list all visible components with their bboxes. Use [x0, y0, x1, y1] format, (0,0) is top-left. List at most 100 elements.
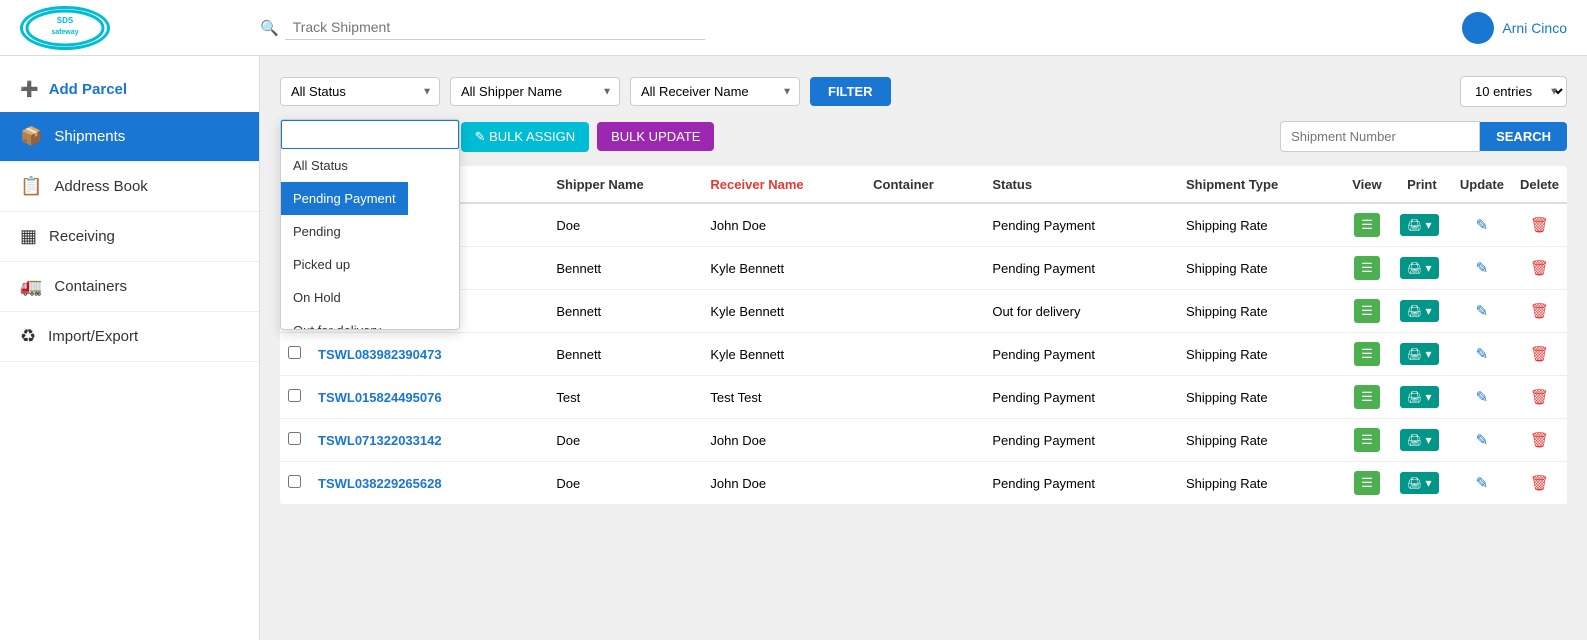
row-checkbox-3[interactable] [288, 346, 301, 359]
sidebar-item-containers-label: Containers [54, 278, 127, 295]
delete-button-row-4[interactable]: 🗑 [1530, 388, 1549, 406]
logo: SDS safeway [20, 6, 110, 50]
bulk-assign-button[interactable]: ✎ BULK ASSIGN [461, 122, 589, 152]
header-delete: Delete [1512, 166, 1567, 203]
sidebar-item-import-export[interactable]: ♻ Import/Export [0, 312, 259, 362]
shipper-select[interactable]: All Shipper Name [450, 77, 620, 106]
container-4 [865, 376, 984, 419]
main-content: All Status Pending Payment Pending Picke… [260, 56, 1587, 640]
entries-select[interactable]: 10 entries 25 entries 50 entries 100 ent… [1460, 76, 1567, 107]
search-button[interactable]: SEARCH [1480, 122, 1567, 151]
sidebar: ➕ Add Parcel 📦 Shipments 📋 Address Book … [0, 56, 260, 640]
receiver-select[interactable]: All Receiver Name [630, 77, 800, 106]
dropdown-search-input[interactable] [281, 120, 459, 149]
row-checkbox-6[interactable] [288, 475, 301, 488]
delete-button-row-6[interactable]: 🗑 [1530, 474, 1549, 492]
status-0: Pending Payment [984, 203, 1178, 247]
edit-button-2[interactable]: ✎ [1476, 302, 1489, 320]
container-5 [865, 419, 984, 462]
edit-button-6[interactable]: ✎ [1476, 474, 1489, 492]
type-2: Shipping Rate [1178, 290, 1342, 333]
print-button-0[interactable]: 🖨 ▾ [1400, 214, 1439, 236]
track-shipment-input[interactable] [285, 15, 705, 40]
shipment-link-6[interactable]: TSWL038229265628 [318, 476, 442, 491]
shipments-table: Number Shipper Name Receiver Name Contai… [280, 166, 1567, 505]
shipment-link-4[interactable]: TSWL015824495076 [318, 390, 442, 405]
dropdown-option-picked-up[interactable]: Picked up [281, 248, 459, 281]
header-receiver: Receiver Name [702, 166, 865, 203]
container-0 [865, 203, 984, 247]
table-row: TSWL015824495076 Test Test Test Pending … [280, 376, 1567, 419]
print-button-4[interactable]: 🖨 ▾ [1400, 386, 1439, 408]
view-button-4[interactable]: ☰ [1354, 385, 1380, 409]
table-row: TSWL083982390473 Bennett Kyle Bennett Pe… [280, 333, 1567, 376]
sidebar-item-containers[interactable]: 🚛 Containers [0, 262, 259, 312]
delete-button-row-5[interactable]: 🗑 [1530, 431, 1549, 449]
view-button-5[interactable]: ☰ [1354, 428, 1380, 452]
user-avatar-icon: 👤 [1462, 12, 1494, 44]
edit-button-3[interactable]: ✎ [1476, 345, 1489, 363]
row-checkbox-5[interactable] [288, 432, 301, 445]
delete-button-row-1[interactable]: 🗑 [1530, 259, 1549, 277]
shipment-number-input[interactable] [1280, 121, 1480, 152]
status-1: Pending Payment [984, 247, 1178, 290]
search-icon: 🔍 [260, 19, 279, 37]
shipper-select-wrapper: All Shipper Name [450, 77, 620, 106]
sidebar-item-shipments[interactable]: 📦 Shipments [0, 112, 259, 162]
row-checkbox-4[interactable] [288, 389, 301, 402]
svg-text:SDS: SDS [57, 16, 74, 25]
sidebar-item-receiving-label: Receiving [49, 228, 115, 245]
print-button-2[interactable]: 🖨 ▾ [1400, 300, 1439, 322]
dropdown-option-all-status[interactable]: All Status [281, 149, 459, 182]
receiver-name-0: John Doe [702, 203, 865, 247]
entries-select-wrapper: 10 entries 25 entries 50 entries 100 ent… [1460, 76, 1567, 107]
delete-button-row-0[interactable]: 🗑 [1530, 216, 1549, 234]
edit-button-1[interactable]: ✎ [1476, 259, 1489, 277]
print-button-1[interactable]: 🖨 ▾ [1400, 257, 1439, 279]
receiver-name-3: Kyle Bennett [702, 333, 865, 376]
container-2 [865, 290, 984, 333]
type-1: Shipping Rate [1178, 247, 1342, 290]
type-6: Shipping Rate [1178, 462, 1342, 505]
type-5: Shipping Rate [1178, 419, 1342, 462]
action-row: + ADD 🗑 DELETE ✎ BULK ASSIGN BULK UPDATE… [280, 121, 1567, 152]
view-button-2[interactable]: ☰ [1354, 299, 1380, 323]
dropdown-option-pending[interactable]: Pending [281, 215, 459, 248]
status-3: Pending Payment [984, 333, 1178, 376]
print-button-6[interactable]: 🖨 ▾ [1400, 472, 1439, 494]
header-view: View [1342, 166, 1392, 203]
edit-button-5[interactable]: ✎ [1476, 431, 1489, 449]
delete-button-row-2[interactable]: 🗑 [1530, 302, 1549, 320]
view-button-6[interactable]: ☰ [1354, 471, 1380, 495]
container-3 [865, 333, 984, 376]
print-button-3[interactable]: 🖨 ▾ [1400, 343, 1439, 365]
print-button-5[interactable]: 🖨 ▾ [1400, 429, 1439, 451]
bulk-update-button[interactable]: BULK UPDATE [597, 122, 714, 151]
view-button-0[interactable]: ☰ [1354, 213, 1380, 237]
svg-text:safeway: safeway [51, 29, 78, 36]
dropdown-option-out-for-delivery[interactable]: Out for delivery [281, 314, 459, 329]
sidebar-item-address-book[interactable]: 📋 Address Book [0, 162, 259, 212]
user-name: Arni Cinco [1502, 20, 1567, 36]
filter-button[interactable]: FILTER [810, 77, 891, 106]
receiver-name-1: Kyle Bennett [702, 247, 865, 290]
table-row: TSWL019780021 Bennett Kyle Bennett Pendi… [280, 247, 1567, 290]
edit-button-4[interactable]: ✎ [1476, 388, 1489, 406]
shipment-search-area: SEARCH [1280, 121, 1567, 152]
dropdown-option-pending-payment[interactable]: Pending Payment [281, 182, 408, 215]
view-button-1[interactable]: ☰ [1354, 256, 1380, 280]
add-parcel-button[interactable]: ➕ Add Parcel [0, 66, 259, 112]
status-select[interactable]: All Status Pending Payment Pending Picke… [280, 77, 440, 106]
shipment-link-3[interactable]: TSWL083982390473 [318, 347, 442, 362]
dropdown-option-on-hold[interactable]: On Hold [281, 281, 459, 314]
delete-button-row-3[interactable]: 🗑 [1530, 345, 1549, 363]
shipment-link-5[interactable]: TSWL071322033142 [318, 433, 442, 448]
sidebar-item-receiving[interactable]: ▦ Receiving [0, 212, 259, 262]
status-4: Pending Payment [984, 376, 1178, 419]
receiver-select-wrapper: All Receiver Name [630, 77, 800, 106]
view-button-3[interactable]: ☰ [1354, 342, 1380, 366]
plus-icon: ➕ [20, 80, 39, 98]
header-update: Update [1452, 166, 1512, 203]
table-row: TSWL011925555 Doe John Doe Pending Payme… [280, 203, 1567, 247]
edit-button-0[interactable]: ✎ [1476, 216, 1489, 234]
